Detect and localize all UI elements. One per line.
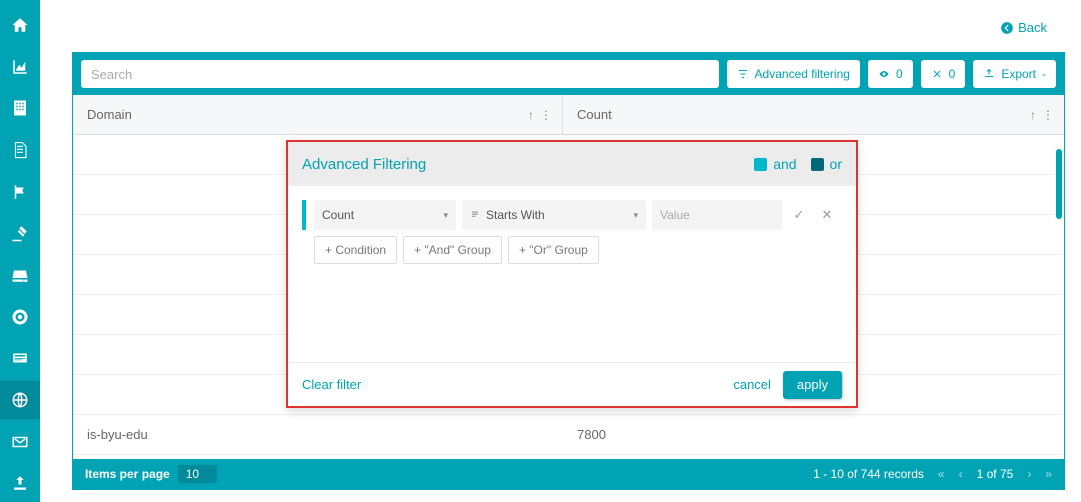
legend: and or	[754, 156, 842, 172]
items-per-page-select[interactable]: 10	[178, 465, 217, 483]
advanced-filtering-modal: Advanced Filtering and or Count ▾ Starts…	[286, 140, 858, 408]
nav-globe[interactable]	[0, 381, 40, 419]
record-range: 1 - 10 of 744 records	[813, 467, 924, 481]
nav-life-ring[interactable]	[0, 298, 40, 336]
chart-icon	[11, 58, 29, 76]
export-caret: -	[1042, 67, 1046, 81]
pager-first[interactable]: «	[938, 467, 945, 481]
drive-icon	[11, 266, 29, 284]
nav-document[interactable]	[0, 131, 40, 169]
nav-gavel[interactable]	[0, 214, 40, 252]
eye-icon	[878, 68, 890, 80]
nav-mail[interactable]	[0, 423, 40, 461]
items-per-page-label: Items per page	[85, 467, 170, 481]
apply-button[interactable]: apply	[783, 371, 842, 399]
nav-drive[interactable]	[0, 256, 40, 294]
modal-body: Count ▾ Starts With ▾ ✓ ✕ + Condition + …	[288, 186, 856, 362]
pager-last[interactable]: »	[1045, 467, 1052, 481]
add-condition-button[interactable]: + Condition	[314, 236, 397, 264]
export-label: Export	[1001, 67, 1036, 81]
hidden-count: 0	[949, 67, 956, 81]
search-input[interactable]	[81, 60, 719, 88]
sort-icon[interactable]: ↑	[528, 108, 534, 122]
legend-and: and	[754, 156, 796, 172]
nav-chart[interactable]	[0, 48, 40, 86]
export-icon	[983, 68, 995, 80]
building-icon	[11, 99, 29, 117]
operator-dropdown-value: Starts With	[486, 208, 545, 222]
home-icon	[11, 16, 29, 34]
cancel-button[interactable]: cancel	[733, 377, 771, 392]
mail-icon	[11, 433, 29, 451]
add-or-group-button[interactable]: + "Or" Group	[508, 236, 599, 264]
remove-rule-button[interactable]: ✕	[816, 200, 838, 230]
flag-icon	[11, 183, 29, 201]
legend-or: or	[811, 156, 842, 172]
nav-card[interactable]	[0, 339, 40, 377]
upload-icon	[11, 474, 29, 492]
nav-building[interactable]	[0, 89, 40, 127]
or-swatch-icon	[811, 158, 824, 171]
filter-icon	[737, 68, 749, 80]
pager-next[interactable]: ›	[1027, 467, 1031, 481]
column-header-count[interactable]: Count ↑ ⋮	[563, 95, 1064, 134]
table-row[interactable]: is-byu-edu7800	[73, 415, 1064, 455]
pager: Items per page 10 1 - 10 of 744 records …	[73, 459, 1064, 489]
x-icon	[931, 68, 943, 80]
back-arrow-icon	[1000, 21, 1014, 35]
chevron-down-icon: ▾	[633, 210, 638, 221]
life-ring-icon	[11, 308, 29, 326]
filter-rule-row: Count ▾ Starts With ▾ ✓ ✕	[302, 200, 842, 230]
export-button[interactable]: Export -	[973, 60, 1056, 88]
nav-upload[interactable]	[0, 464, 40, 502]
field-dropdown-value: Count	[322, 208, 354, 222]
text-icon	[470, 210, 480, 220]
advanced-filtering-label: Advanced filtering	[755, 67, 850, 81]
card-icon	[11, 349, 29, 367]
visible-count-button[interactable]: 0	[868, 60, 913, 88]
sort-icon[interactable]: ↑	[1030, 108, 1036, 122]
table-header: Domain ↑ ⋮ Count ↑ ⋮	[73, 95, 1064, 135]
field-dropdown[interactable]: Count ▾	[314, 200, 456, 230]
page-indicator: 1 of 75	[977, 467, 1014, 481]
nav-flag[interactable]	[0, 173, 40, 211]
column-domain-label: Domain	[87, 107, 132, 122]
cell-count: 7800	[563, 427, 1064, 442]
and-swatch-icon	[754, 158, 767, 171]
back-label: Back	[1018, 20, 1047, 35]
chevron-down-icon: ▾	[443, 210, 448, 221]
add-rule-row: + Condition + "And" Group + "Or" Group	[302, 236, 842, 264]
nav-home[interactable]	[0, 6, 40, 44]
hidden-count-button[interactable]: 0	[921, 60, 966, 88]
clear-filter-button[interactable]: Clear filter	[302, 377, 361, 392]
add-and-group-button[interactable]: + "And" Group	[403, 236, 502, 264]
confirm-rule-button[interactable]: ✓	[788, 200, 810, 230]
modal-header: Advanced Filtering and or	[288, 142, 856, 186]
operator-dropdown[interactable]: Starts With ▾	[462, 200, 646, 230]
modal-title: Advanced Filtering	[302, 156, 426, 173]
left-sidebar	[0, 0, 40, 502]
toolbar: Advanced filtering 0 0 Export -	[73, 53, 1064, 95]
column-menu-icon[interactable]: ⋮	[1042, 108, 1054, 122]
cell-domain: is-byu-edu	[73, 427, 563, 442]
gavel-icon	[11, 224, 29, 242]
pager-prev[interactable]: ‹	[959, 467, 963, 481]
visible-count: 0	[896, 67, 903, 81]
column-menu-icon[interactable]: ⋮	[540, 108, 552, 122]
column-header-domain[interactable]: Domain ↑ ⋮	[73, 95, 563, 134]
value-input[interactable]	[652, 200, 782, 230]
globe-icon	[11, 391, 29, 409]
back-link[interactable]: Back	[1000, 20, 1047, 35]
vertical-scrollbar[interactable]	[1056, 149, 1062, 219]
document-icon	[11, 141, 29, 159]
advanced-filtering-button[interactable]: Advanced filtering	[727, 60, 860, 88]
column-count-label: Count	[577, 107, 612, 122]
modal-footer: Clear filter cancel apply	[288, 362, 856, 406]
